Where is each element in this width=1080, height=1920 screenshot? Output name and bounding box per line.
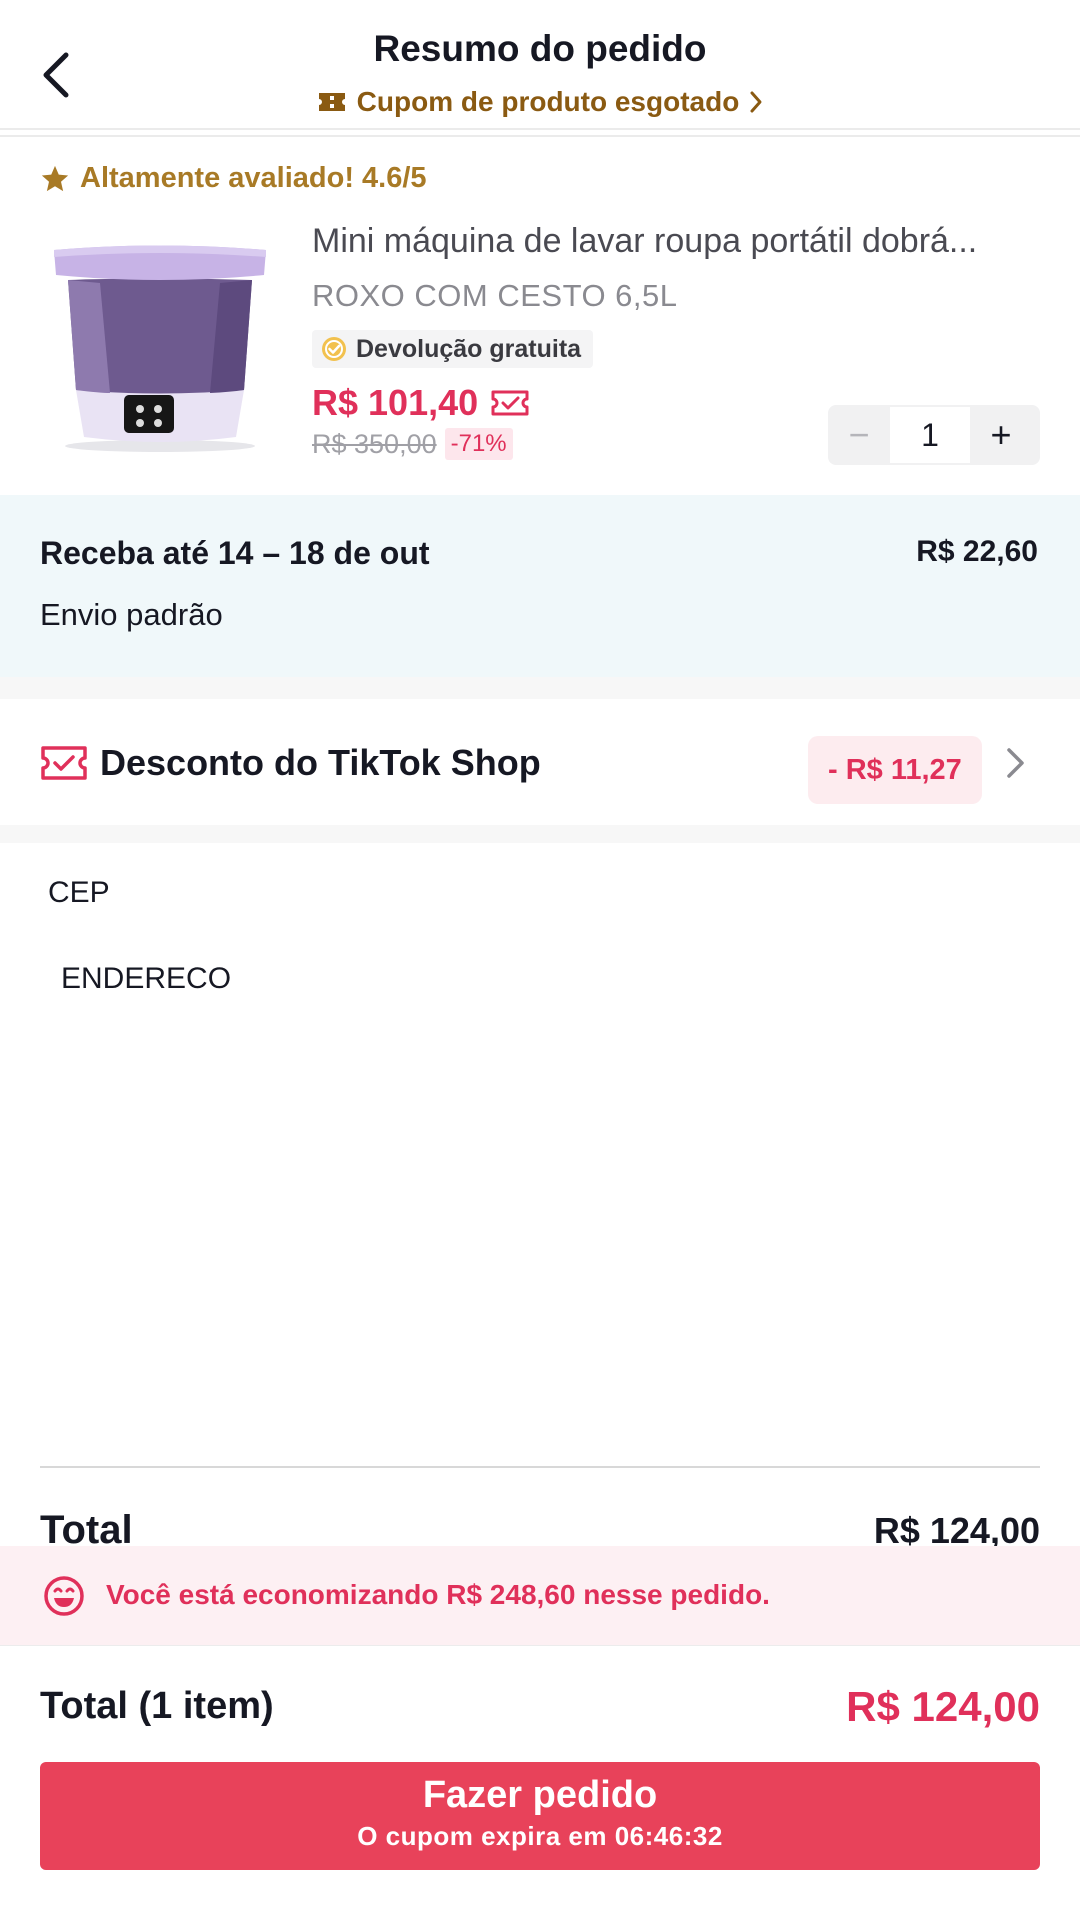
shipping-price: R$ 22,60 (916, 535, 1038, 568)
product-price: R$ 101,40 (312, 382, 479, 423)
tiktok-discount-row[interactable]: Desconto do TikTok Shop - R$ 11,27 (0, 700, 1080, 825)
section-gap (0, 677, 1080, 699)
rating-text: Altamente avaliado! 4.6/5 (80, 162, 427, 194)
return-text: Devolução gratuita (356, 334, 582, 363)
place-order-label: Fazer pedido (422, 1774, 658, 1816)
shipping-section[interactable]: Receba até 14 – 18 de out R$ 22,60 Envio… (0, 495, 1080, 677)
product-title[interactable]: Mini máquina de lavar roupa portátil dob… (312, 222, 1042, 261)
rating-banner: Altamente avaliado! 4.6/5 (40, 162, 427, 195)
increase-quantity-button[interactable]: + (970, 405, 1032, 465)
check-badge-icon (322, 337, 346, 361)
discount-percent: -71% (444, 428, 513, 460)
bottom-bar: Total (1 item) R$ 124,00 Fazer pedido O … (0, 1647, 1080, 1920)
savings-banner: Você está economizando R$ 248,60 nesse p… (0, 1546, 1080, 1646)
place-order-button[interactable]: Fazer pedido O cupom expira em 06:46:32 (40, 1762, 1040, 1870)
ticket-icon (318, 93, 345, 111)
order-total-label: Total (1 item) (40, 1685, 274, 1727)
price-row: R$ 101,40 (312, 382, 530, 424)
smile-icon (44, 1576, 84, 1616)
original-price: R$ 350,00 (312, 428, 437, 459)
savings-text: Você está economizando R$ 248,60 nesse p… (106, 1579, 770, 1610)
discount-value: - R$ 11,27 (808, 736, 982, 804)
page-title: Resumo do pedido (373, 28, 707, 69)
star-icon (41, 165, 69, 191)
address-field[interactable]: ENDERECO (61, 962, 231, 996)
header-divider (0, 135, 1080, 137)
decrease-quantity-button[interactable]: − (828, 405, 890, 465)
ticket-check-icon (41, 746, 87, 780)
order-total-value: R$ 124,00 (846, 1683, 1040, 1730)
cep-field[interactable]: CEP (48, 876, 110, 910)
free-return-badge: Devolução gratuita (312, 330, 594, 368)
quantity-stepper: − 1 + (828, 405, 1040, 465)
section-gap (0, 825, 1080, 843)
discount-label: Desconto do TikTok Shop (100, 742, 541, 783)
shipping-method: Envio padrão (40, 597, 223, 632)
product-variant[interactable]: ROXO COM CESTO 6,5L (312, 278, 678, 314)
coupon-expiry-text: O cupom expira em 06:46:32 (357, 1821, 723, 1851)
totals-divider (40, 1466, 1040, 1468)
quantity-value[interactable]: 1 (890, 405, 970, 465)
header: Resumo do pedido Cupom de produto esgota… (0, 0, 1080, 130)
delivery-estimate: Receba até 14 – 18 de out (40, 535, 430, 571)
chevron-right-icon (750, 91, 762, 113)
product-image[interactable] (40, 225, 280, 455)
ticket-check-icon (491, 390, 529, 416)
chevron-right-icon (1007, 748, 1024, 778)
original-price-row: R$ 350,00 -71% (312, 428, 513, 460)
coupon-link[interactable]: Cupom de produto esgotado (0, 86, 1080, 118)
coupon-text: Cupom de produto esgotado (356, 86, 740, 117)
